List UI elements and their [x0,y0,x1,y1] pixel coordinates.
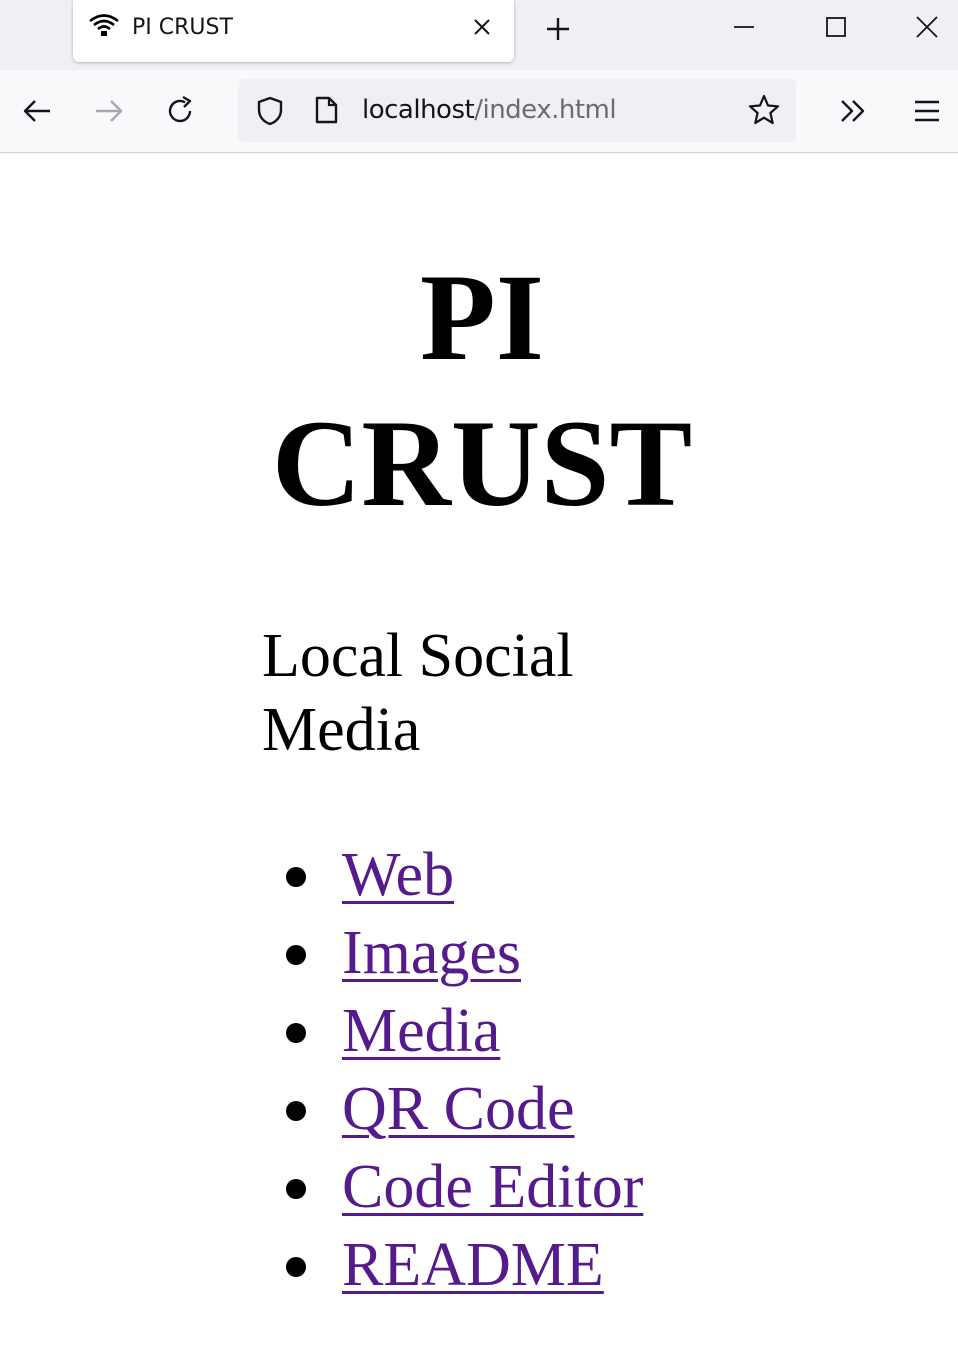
forward-arrow-icon[interactable] [92,94,126,128]
list-item: README [262,1226,762,1304]
bullet-icon [286,1257,306,1277]
bullet-icon [286,1023,306,1043]
navigation-toolbar: localhost/index.html [0,70,958,153]
list-item: QR Code [262,1070,762,1148]
page-icon[interactable] [312,95,340,125]
tab-title: PI CRUST [132,15,233,40]
reload-icon[interactable] [163,94,197,128]
overflow-chevrons-icon[interactable] [836,94,870,128]
url-path: /index.html [474,95,617,125]
page-subtitle: Local Social Media [262,622,574,764]
bullet-icon [286,1101,306,1121]
url-text[interactable]: localhost/index.html [362,95,617,125]
link-code-editor[interactable]: Code Editor [342,1153,643,1221]
list-item: Images [262,914,762,992]
page-title: PI CRUST [271,249,693,532]
list-item: Code Editor [262,1148,762,1226]
link-qr-code[interactable]: QR Code [342,1075,575,1143]
back-arrow-icon[interactable] [20,94,54,128]
new-tab-icon[interactable] [543,14,573,44]
shield-icon[interactable] [254,95,286,127]
window-close-icon[interactable] [913,13,941,41]
minimize-icon[interactable] [731,14,757,40]
tab-strip: PI CRUST [0,0,958,70]
list-item: Web [262,836,762,914]
link-media[interactable]: Media [342,997,500,1065]
link-readme[interactable]: README [342,1231,604,1299]
url-host: localhost [362,95,475,125]
bookmark-star-icon[interactable] [747,93,781,127]
link-images[interactable]: Images [342,919,521,987]
link-list: Web Images Media QR Code Code Editor REA… [262,836,762,1304]
browser-tab[interactable]: PI CRUST [73,0,514,62]
maximize-icon[interactable] [823,14,849,40]
bullet-icon [286,1179,306,1199]
address-bar[interactable]: localhost/index.html [238,79,796,142]
link-web[interactable]: Web [342,841,454,909]
bullet-icon [286,945,306,965]
hamburger-menu-icon[interactable] [910,94,944,128]
bullet-icon [286,867,306,887]
page-content: PI CRUST Local Social Media Web Images M… [0,153,958,1358]
list-item: Media [262,992,762,1070]
wifi-icon [89,14,119,36]
close-icon[interactable] [471,16,493,38]
